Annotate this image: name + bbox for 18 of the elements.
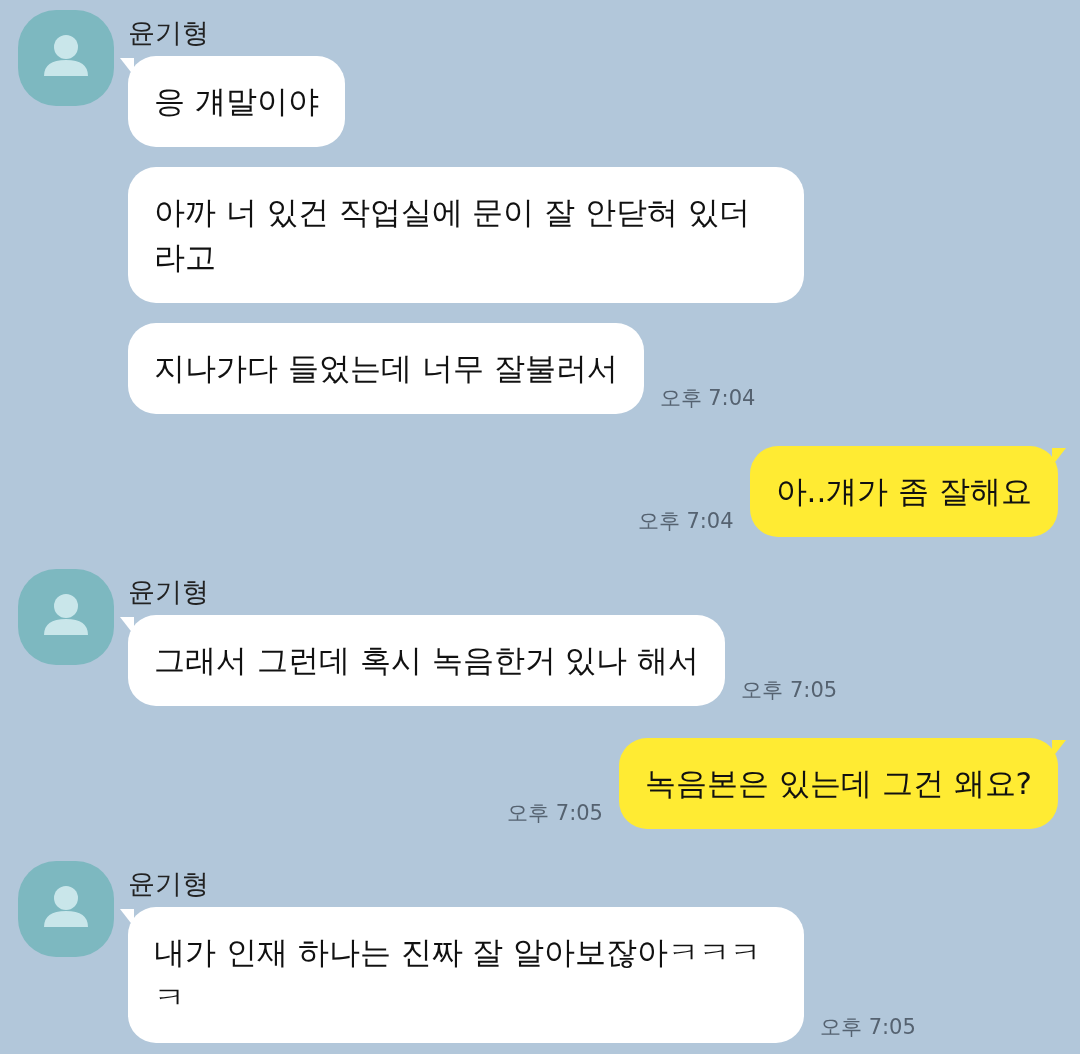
message-bubble: 지나가다 들었는데 너무 잘불러서 (128, 323, 644, 414)
sender-name: 윤기형 (128, 869, 210, 899)
avatar-icon[interactable] (18, 861, 114, 957)
message-time: 오후 7:05 (741, 677, 838, 704)
sender-name: 윤기형 (128, 18, 210, 48)
avatar-icon[interactable] (18, 10, 114, 106)
avatar-icon[interactable] (18, 569, 114, 665)
sender-name: 윤기형 (128, 577, 210, 607)
message-bubble: 녹음본은 있는데 그건 왜요? (619, 738, 1058, 829)
message-time: 오후 7:04 (659, 385, 756, 412)
message-bubble: 내가 인재 하나는 진짜 잘 알아보잖아ㅋㅋㅋㅋ (128, 907, 804, 1043)
message-bubble: 아..걔가 좀 잘해요 (749, 446, 1058, 537)
message-bubble: 응 걔말이야 (128, 56, 345, 147)
message-time: 오후 7:04 (637, 508, 734, 535)
message-bubble: 그래서 그런데 혹시 녹음한거 있나 해서 (128, 615, 726, 706)
message-time: 오후 7:05 (507, 800, 603, 827)
message-bubble: 아까 너 있건 작업실에 문이 잘 안닫혀 있더라고 (128, 167, 804, 303)
message-time: 오후 7:05 (820, 1014, 916, 1041)
